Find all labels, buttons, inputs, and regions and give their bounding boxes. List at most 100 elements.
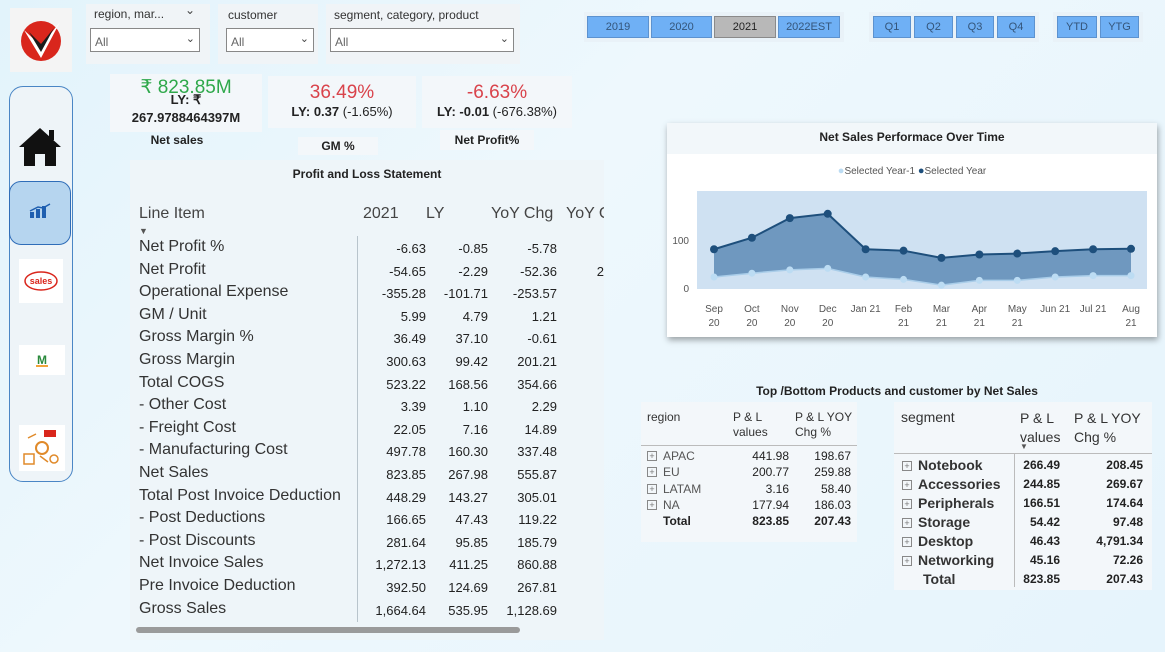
pl-line-item: Net Invoice Sales: [139, 554, 264, 572]
region-chg-header[interactable]: P & L YOY Chg %: [795, 410, 855, 440]
year-button-2022est[interactable]: 2022EST: [778, 16, 840, 38]
region-row[interactable]: + LATAM: [647, 482, 701, 496]
expand-icon[interactable]: +: [647, 483, 657, 494]
pl-title: Profit and Loss Statement: [292, 167, 442, 181]
quarter-button-q3[interactable]: Q3: [956, 16, 994, 38]
region-slicer-dropdown[interactable]: All ⌄: [90, 28, 200, 52]
sales-icon: sales: [24, 271, 58, 291]
period-button-ytg[interactable]: YTG: [1100, 16, 1139, 38]
segment-chg-header[interactable]: P & L YOY Chg %: [1074, 409, 1148, 447]
segment-row[interactable]: + Accessories: [902, 476, 1001, 492]
region-values-header[interactable]: P & L values: [733, 410, 785, 440]
sort-desc-icon[interactable]: ▼: [139, 226, 148, 236]
pl-horizontal-scrollbar[interactable]: [136, 627, 520, 633]
expand-icon[interactable]: +: [647, 451, 657, 461]
pl-row: - Manufacturing Cost 497.78 160.30 337.48: [130, 441, 604, 463]
data-point-selected-year-1: [975, 276, 983, 284]
nav-finance-button[interactable]: [20, 193, 60, 229]
pl-line-item: Gross Sales: [139, 599, 227, 617]
segment-header-divider: [894, 453, 1152, 454]
segment-chg: 72.26: [1112, 553, 1143, 567]
pl-line-item: GM / Unit: [139, 305, 207, 323]
segment-slicer-dropdown[interactable]: All ⌄: [330, 28, 514, 52]
pl-value-yoy-chg: 555.87: [517, 467, 557, 482]
region-row[interactable]: + APAC: [647, 449, 695, 463]
expand-icon[interactable]: +: [902, 499, 912, 509]
pl-value-ly: 124.69: [448, 580, 488, 595]
segment-name: Peripherals: [918, 495, 995, 511]
data-point-selected-year-1: [862, 273, 870, 281]
segment-name: Notebook: [918, 457, 983, 473]
year-button-2019[interactable]: 2019: [587, 16, 649, 38]
pl-value-2021: 1,664.64: [375, 602, 426, 618]
sort-desc-icon[interactable]: ▼: [1020, 442, 1028, 451]
expand-icon[interactable]: +: [647, 499, 657, 510]
pl-value-yoy-chg: 337.48: [517, 444, 557, 460]
quarter-button-q1[interactable]: Q1: [873, 16, 911, 38]
home-icon: [19, 128, 61, 166]
marketing-icon-label: M: [37, 353, 47, 367]
segment-chg: 208.45: [1106, 458, 1143, 472]
region-row[interactable]: + NA: [647, 498, 680, 512]
region-slicer-chevron-icon[interactable]: ⌄: [185, 3, 195, 17]
customer-slicer-dropdown[interactable]: All ⌄: [226, 28, 314, 52]
segment-value: 823.85: [1023, 572, 1060, 586]
pl-value-ly: 267.98: [448, 467, 488, 482]
region-chg: 198.67: [814, 449, 851, 463]
region-value: 200.77: [752, 465, 789, 480]
segment-row[interactable]: + Notebook: [902, 457, 983, 473]
region-chg: 207.43: [814, 514, 851, 529]
nav-marketing-button[interactable]: M: [19, 345, 65, 375]
period-button-ytd[interactable]: YTD: [1057, 16, 1097, 38]
pl-header-yoy-chg[interactable]: YoY Chg: [491, 205, 553, 223]
pl-value-ly: 1.10: [462, 399, 488, 415]
region-table: region P & L values P & L YOY Chg % + APA…: [641, 402, 857, 542]
nav-supply-chain-button[interactable]: [19, 425, 65, 471]
quarter-button-q4[interactable]: Q4: [997, 16, 1035, 38]
segment-total-label: Total: [902, 571, 955, 587]
year-button-2020[interactable]: 2020: [651, 16, 712, 38]
segment-column-divider: [1014, 453, 1015, 587]
pl-header-2021[interactable]: 2021: [363, 205, 399, 223]
segment-name: Total: [923, 571, 956, 587]
data-point-selected-year-1: [1127, 272, 1135, 280]
region-header[interactable]: region: [647, 410, 680, 424]
segment-header[interactable]: segment: [901, 409, 955, 425]
pl-value-2021: 22.05: [393, 421, 426, 437]
pl-value-ly: 160.30: [448, 444, 488, 460]
pl-value-2021: 823.85: [386, 467, 426, 482]
segment-row[interactable]: + Peripherals: [902, 495, 994, 511]
segment-row[interactable]: + Desktop: [902, 533, 973, 549]
quarter-button-q2[interactable]: Q2: [914, 16, 953, 38]
pl-header-line-item[interactable]: Line Item: [139, 205, 205, 223]
x-tick-label: Aug: [1122, 304, 1140, 315]
gm-ly-value: 0.37: [313, 104, 340, 119]
pl-value-2021: 497.78: [386, 444, 426, 460]
segment-row[interactable]: + Networking: [902, 552, 994, 568]
pl-value-ly: 143.27: [448, 489, 488, 505]
gm-ly-change: (-1.65%): [339, 104, 393, 119]
nav-sales-button[interactable]: sales: [19, 259, 63, 303]
nav-home-button[interactable]: [16, 124, 64, 170]
expand-icon[interactable]: +: [902, 461, 912, 471]
pl-line-item: - Other Cost: [139, 396, 227, 414]
expand-icon[interactable]: +: [647, 467, 657, 478]
region-chg: 186.03: [814, 497, 851, 512]
region-value: 177.94: [752, 497, 789, 512]
gm-value: 36.49%: [309, 82, 375, 103]
expand-icon[interactable]: +: [902, 518, 912, 528]
segment-slicer-value: All: [335, 35, 349, 49]
segment-slicer-label: segment, category, product: [334, 8, 479, 22]
pl-header-ly[interactable]: LY: [426, 205, 444, 223]
data-point-selected-year: [899, 246, 908, 255]
pl-line-item: Gross Margin %: [139, 328, 254, 346]
expand-icon[interactable]: +: [902, 556, 912, 566]
expand-icon[interactable]: +: [902, 480, 912, 490]
region-row[interactable]: + EU: [647, 465, 680, 479]
year-button-2021[interactable]: 2021: [714, 16, 776, 38]
expand-icon[interactable]: +: [902, 537, 912, 547]
segment-row[interactable]: + Storage: [902, 514, 970, 530]
x-tick-label: Jun 21: [1040, 304, 1070, 315]
x-tick-label: Jul 21: [1080, 304, 1107, 315]
pl-header-yoy-chg-pct[interactable]: YoY C: [566, 205, 604, 223]
